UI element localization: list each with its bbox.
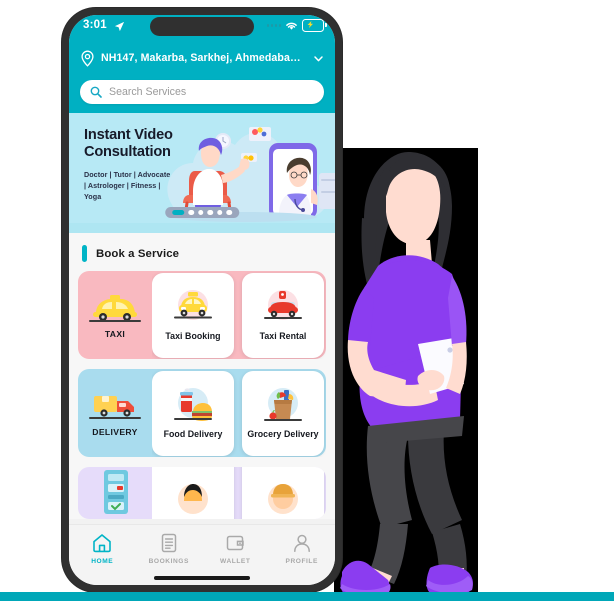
person-avatar-icon [178,483,208,514]
signal-dots-icon [266,24,281,27]
carousel-indicator[interactable] [165,206,239,218]
tab-home[interactable]: HOME [69,532,136,565]
search-input[interactable] [109,86,314,98]
carousel-dot[interactable] [226,209,232,215]
chevron-down-icon[interactable] [312,52,325,65]
atm-machine-icon [104,470,128,514]
banner-copy: Instant Video Consultation Doctor | Tuto… [84,127,173,202]
tab-label: WALLET [220,558,251,565]
category-taxi[interactable]: TAXI [78,271,152,359]
banner-subtitle-line1: Doctor | Tutor | Advocate [84,169,171,179]
book-a-service-section: Book a Service TAXI Taxi Booking Taxi Re… [69,233,335,519]
service-card-other-2[interactable] [242,467,324,519]
tab-label: BOOKINGS [148,558,189,565]
page-bottom-accent-strip [0,592,614,601]
category-other[interactable] [78,467,152,519]
illustration-backdrop [334,148,478,592]
banner-title-line1: Instant Video [84,127,173,143]
tab-wallet[interactable]: WALLET [202,532,269,565]
status-bar-time: 3:01 [83,19,107,31]
category-label: TAXI [104,329,126,339]
section-title: Book a Service [96,247,180,260]
taxi-front-icon [174,290,212,321]
section-accent-bar [82,245,87,262]
search-zone [69,75,335,113]
dynamic-island [150,17,254,36]
wifi-icon [286,22,297,30]
service-card-taxi-booking[interactable]: Taxi Booking [152,272,234,358]
tab-profile[interactable]: PROFILE [269,532,336,565]
current-address: NH147, Makarba, Sarkhej, Ahmedabad… [101,52,306,64]
car-rental-key-icon [264,290,302,321]
home-icon [93,534,112,553]
service-card-grocery-delivery[interactable]: Grocery Delivery [242,370,324,456]
tab-label: HOME [91,558,114,565]
home-indicator [154,576,250,580]
service-card-label: Taxi Rental [259,331,307,342]
status-bar: 3:01 [69,15,335,41]
grocery-bag-icon [264,388,302,422]
home-scroll-area[interactable]: Instant Video Consultation Doctor | Tuto… [69,75,335,524]
carousel-dot-active[interactable] [172,209,185,215]
service-card-label: Taxi Booking [165,331,221,342]
phone-screen: 3:01 NH147, Makarba, Sarkhej, Ahmedabad…… [69,15,335,585]
search-icon [90,86,102,98]
other-cards[interactable] [152,467,326,519]
service-card-label: Grocery Delivery [247,429,319,440]
tab-bookings[interactable]: BOOKINGS [136,532,203,565]
taxi-car-icon [89,295,141,322]
carousel-dot[interactable] [197,209,204,215]
category-delivery[interactable]: DELIVERY [78,369,152,457]
section-header: Book a Service [69,233,335,271]
location-selector-bar[interactable]: NH147, Makarba, Sarkhej, Ahmedabad… [69,41,335,75]
service-row-delivery: DELIVERY Food Delivery Grocery Delivery [78,369,326,457]
service-card-other-1[interactable] [152,467,234,519]
service-card-label: Food Delivery [163,429,223,440]
carousel-dot[interactable] [207,209,213,215]
taxi-cards[interactable]: Taxi Booking Taxi Rental [152,271,326,359]
phone-device-frame: 3:01 NH147, Makarba, Sarkhej, Ahmedabad…… [62,8,342,592]
service-card-food-delivery[interactable]: Food Delivery [152,370,234,456]
carousel-dot[interactable] [216,209,223,215]
delivery-cards[interactable]: Food Delivery Grocery Delivery [152,369,326,457]
service-row-taxi: TAXI Taxi Booking Taxi Rental [78,271,326,359]
banner-title-line2: Consultation [84,143,171,160]
category-label: DELIVERY [92,427,138,437]
location-arrow-icon [114,21,125,32]
location-pin-icon [81,50,94,67]
carousel-dot[interactable] [188,209,194,215]
delivery-truck-icon [89,396,141,419]
hero-section: Instant Video Consultation Doctor | Tuto… [69,75,335,233]
tab-label: PROFILE [285,558,318,565]
promo-banner[interactable]: Instant Video Consultation Doctor | Tuto… [69,113,335,223]
service-row-other [78,467,326,519]
list-document-icon [161,533,176,553]
search-bar[interactable] [80,80,324,104]
banner-subtitle-line2: | Astrologer | Fitness | [84,181,161,190]
banner-subtitle-line3: Yoga [84,192,102,202]
service-card-taxi-rental[interactable]: Taxi Rental [242,272,324,358]
battery-charging-icon [302,19,327,32]
person-icon [293,534,310,552]
wallet-icon [227,535,244,551]
burger-drink-icon [174,388,212,422]
worker-avatar-icon [268,483,298,514]
